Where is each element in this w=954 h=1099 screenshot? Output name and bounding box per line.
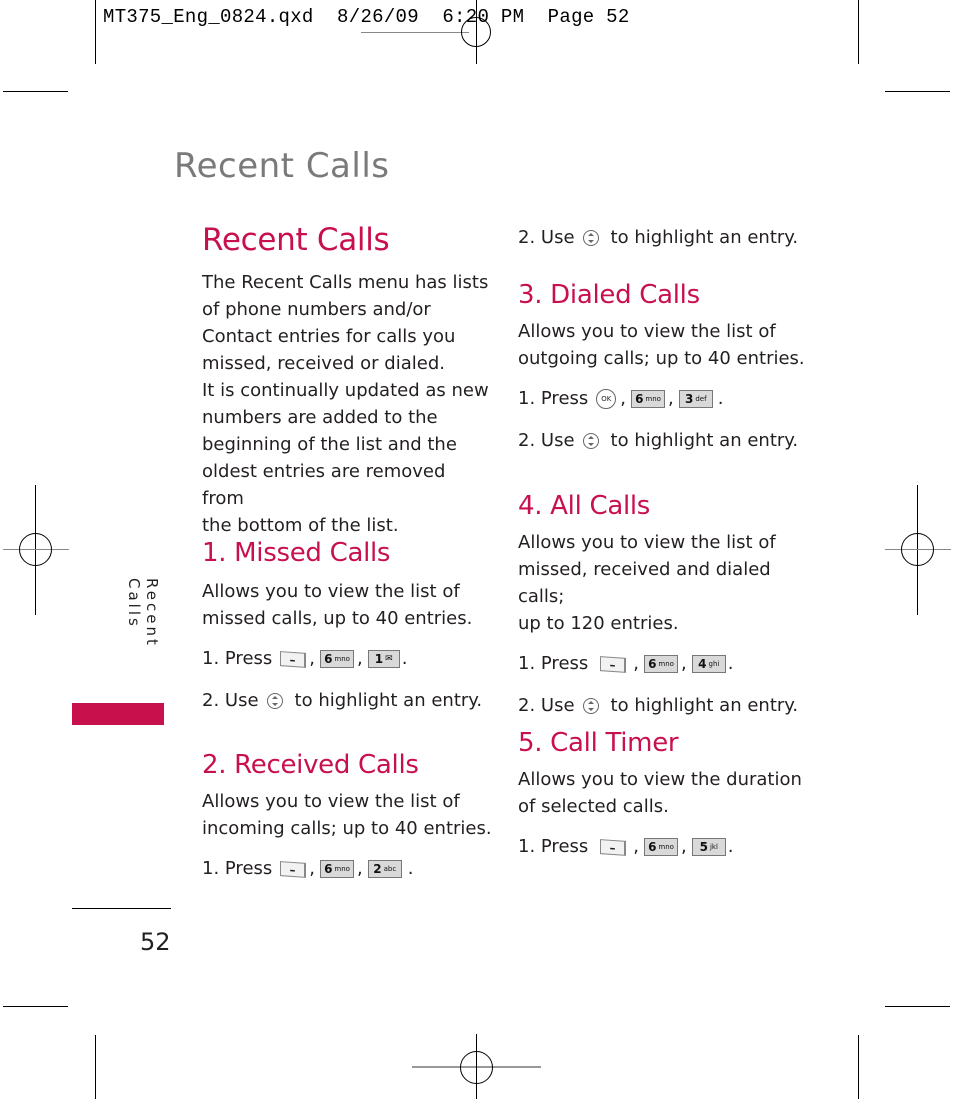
body-line: Allows you to view the list of [202, 581, 460, 602]
step-label: 1. Press [518, 653, 589, 674]
registration-circle-icon [460, 1051, 493, 1084]
body-line: Contact entries for calls you [202, 326, 456, 347]
section-heading: 1. Missed Calls [202, 538, 391, 568]
nav-key-icon [582, 433, 599, 449]
key-6-mno-icon: 6 mno [320, 860, 355, 878]
print-slug: MT375_Eng_0824.qxd 8/26/09 6:20 PM Page … [103, 6, 630, 28]
step-label: 2. Use [202, 690, 259, 711]
registration-circle-icon [19, 533, 52, 566]
registration-mark [361, 32, 469, 33]
body-line: missed, received or dialed. [202, 353, 445, 374]
body-line: incoming calls; up to 40 entries. [202, 818, 492, 839]
crop-mark [885, 1006, 950, 1007]
left-softkey-icon: – [280, 860, 307, 878]
crop-mark [885, 91, 950, 92]
page-number: 52 [140, 928, 171, 956]
body-line: The Recent Calls menu has lists [202, 272, 489, 293]
nav-key-icon [582, 698, 599, 714]
received-calls-section: 2. Received Calls Allows you to view the… [202, 750, 492, 882]
body-line: missed calls, up to 40 entries. [202, 608, 473, 629]
step-text: to highlight an entry. [294, 690, 483, 711]
crop-mark [858, 0, 859, 64]
side-tab-bar [72, 703, 164, 725]
registration-circle-icon [901, 533, 934, 566]
step-label: 2. Use [518, 430, 575, 451]
body-line: Allows you to view the duration [518, 769, 802, 790]
key-6-mno-icon: 6 mno [644, 838, 679, 856]
step-2: 2. Use to highlight an entry. [518, 693, 818, 719]
step-1: 1. Press –, 6 mno, 5 jkl. [518, 834, 818, 860]
step-label: 1. Press [202, 858, 273, 879]
section-heading: 3. Dialed Calls [518, 280, 700, 310]
body-line: the bottom of the list. [202, 515, 399, 536]
body-line: Allows you to view the list of [518, 532, 776, 553]
crop-mark [3, 1006, 68, 1007]
key-6-mno-icon: 6 mno [631, 390, 666, 408]
body-line: beginning of the list and the [202, 434, 457, 455]
left-softkey-icon: – [600, 838, 627, 856]
step-label: 1. Press [518, 388, 589, 409]
crop-mark [95, 0, 96, 64]
step-text: to highlight an entry. [610, 227, 799, 248]
step-label: 2. Use [518, 227, 575, 248]
body-line: It is continually updated as new [202, 380, 489, 401]
body-line: oldest entries are removed from [202, 461, 446, 509]
body-line: missed, received and dialed calls; [518, 559, 771, 607]
crop-mark [95, 1035, 96, 1099]
footer-rule [72, 908, 171, 909]
step-1: 1. Press –, 6 mno, 4 ghi. [518, 651, 818, 677]
nav-key-icon [266, 693, 283, 709]
step-label: 1. Press [202, 648, 273, 669]
step-2: 2. Use to highlight an entry. [202, 688, 492, 714]
key-6-mno-icon: 6 mno [320, 650, 355, 668]
left-softkey-icon: – [600, 655, 627, 673]
key-2-abc-icon: 2 abc [367, 860, 402, 878]
nav-key-icon [582, 230, 599, 246]
key-5-jkl-icon: 5 jkl [691, 838, 726, 856]
intro-section: Recent Calls The Recent Calls menu has l… [202, 222, 492, 539]
body-line: up to 120 entries. [518, 613, 679, 634]
all-calls-section: 4. All Calls Allows you to view the list… [518, 491, 818, 719]
body-line: numbers are added to the [202, 407, 438, 428]
section-heading: 5. Call Timer [518, 728, 679, 758]
section-heading: Recent Calls [202, 222, 390, 258]
body-line: Allows you to view the list of [518, 321, 776, 342]
section-heading: 2. Received Calls [202, 750, 419, 780]
step-label: 2. Use [518, 695, 575, 716]
received-calls-step-2: 2. Use to highlight an entry. [518, 225, 798, 251]
step-label: 1. Press [518, 836, 589, 857]
call-timer-section: 5. Call Timer Allows you to view the dur… [518, 728, 818, 860]
body-line: of selected calls. [518, 796, 669, 817]
step-1: 1. Press –, 6 mno, 2 abc. [202, 856, 492, 882]
missed-calls-section: 1. Missed Calls Allows you to view the l… [202, 538, 492, 714]
ok-key-icon: OK [596, 389, 617, 409]
dialed-calls-section: 3. Dialed Calls Allows you to view the l… [518, 280, 818, 454]
step-1: 1. Press –, 6 mno, 1 ✉. [202, 646, 492, 672]
crop-mark [3, 91, 68, 92]
body-line: Allows you to view the list of [202, 791, 460, 812]
key-1-voicemail-icon: 1 ✉ [367, 650, 400, 668]
section-heading: 4. All Calls [518, 491, 651, 521]
step-2: 2. Use to highlight an entry. [518, 428, 818, 454]
key-3-def-icon: 3 def [678, 390, 713, 408]
body-line: outgoing calls; up to 40 entries. [518, 348, 805, 369]
chapter-title: Recent Calls [174, 146, 390, 186]
key-6-mno-icon: 6 mno [644, 655, 679, 673]
step-1: 1. Press OK, 6 mno, 3 def. [518, 386, 818, 412]
side-tab-label: Recent Calls [125, 578, 161, 648]
crop-mark [858, 1035, 859, 1099]
left-softkey-icon: – [280, 650, 307, 668]
step-text: to highlight an entry. [610, 695, 799, 716]
key-4-ghi-icon: 4 ghi [691, 655, 726, 673]
step-text: to highlight an entry. [610, 430, 799, 451]
body-line: of phone numbers and/or [202, 299, 431, 320]
